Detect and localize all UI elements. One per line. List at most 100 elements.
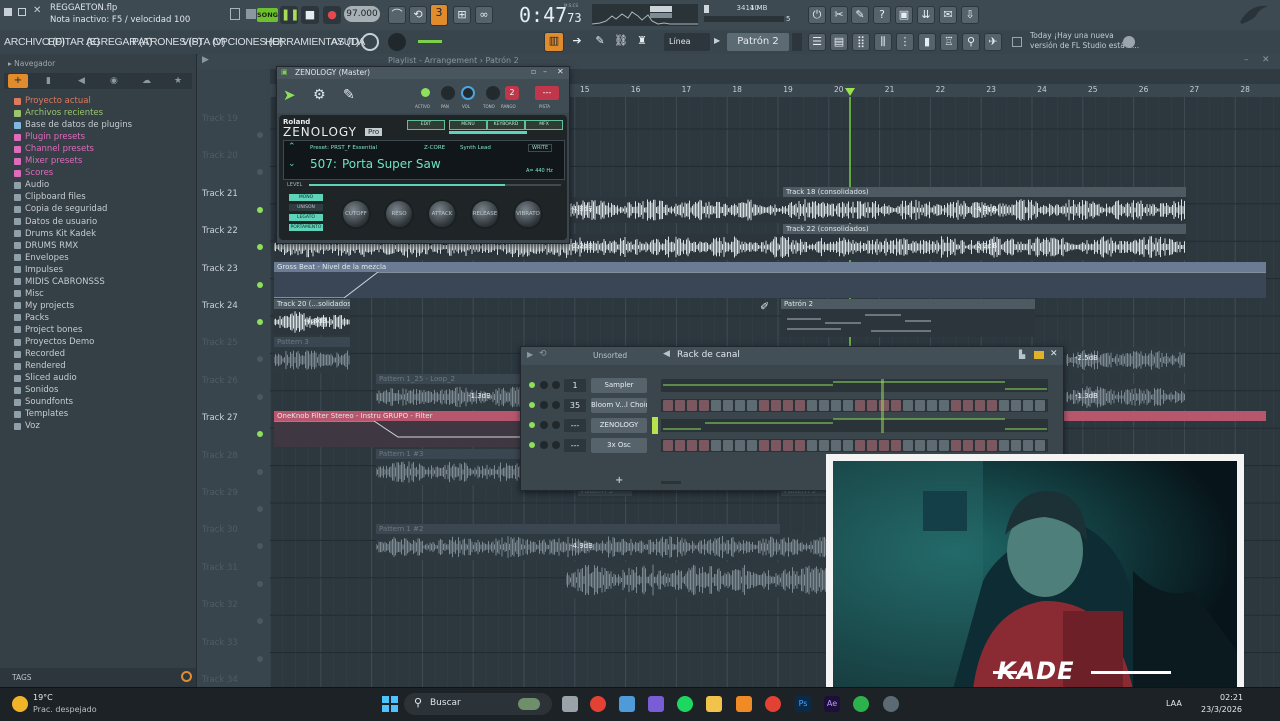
mode-legato[interactable]: LEGATO	[289, 214, 323, 221]
browser-item[interactable]: Proyecto actual	[14, 96, 91, 106]
preset-down-icon[interactable]: ⌄	[288, 159, 296, 169]
zenology-detach-icon[interactable]: ▫	[531, 67, 536, 76]
track-mute-led[interactable]	[257, 281, 263, 288]
channel-pan-knob[interactable]	[540, 421, 548, 429]
browser-item[interactable]: Drums Kit Kadek	[14, 229, 96, 239]
clip-track-21-header[interactable]: Track 18 (consolidados)	[783, 187, 1186, 197]
track-name[interactable]: Track 21	[202, 189, 238, 199]
fl-studio-icon[interactable]	[736, 696, 752, 712]
browser-item[interactable]: Audio	[14, 180, 49, 190]
browser-item[interactable]: Impulses	[14, 265, 63, 275]
channel-rack-icon[interactable]: ⣿	[852, 33, 870, 51]
track-name[interactable]: Track 32	[202, 600, 238, 610]
track-name[interactable]: Track 26	[202, 376, 238, 386]
browser-all-button[interactable]: +	[8, 74, 28, 88]
ruler-bar-number[interactable]: 24	[1037, 85, 1047, 94]
browser-item[interactable]: Soundfonts	[14, 397, 73, 407]
clip-track-23-curve[interactable]	[274, 271, 1266, 299]
browser-item[interactable]: Voz	[14, 421, 40, 431]
channel-volume-knob[interactable]	[552, 381, 560, 389]
ruler-bar-number[interactable]: 21	[885, 85, 895, 94]
plugin-volume-knob[interactable]	[461, 86, 475, 100]
channel-pan-knob[interactable]	[540, 401, 548, 409]
clip-track-24-pattern-header[interactable]: Patrón 2	[781, 299, 1035, 309]
clip-track-28-audio[interactable]	[375, 459, 524, 485]
browser-item[interactable]: Datos de usuario	[14, 217, 97, 227]
close-icon[interactable]: ✕	[33, 5, 41, 16]
chat-icon[interactable]: ✉	[939, 6, 957, 24]
browser-item[interactable]: Mixer presets	[14, 156, 82, 166]
news-settings-icon[interactable]	[1123, 36, 1135, 48]
ruler-bar-number[interactable]: 28	[1240, 85, 1250, 94]
plugin-pitch-knob[interactable]	[486, 86, 500, 100]
track-mute-led[interactable]	[257, 655, 263, 662]
plugin-wrench-icon[interactable]: ✎	[343, 87, 359, 103]
channel-name-button[interactable]: 3x Osc	[591, 438, 647, 453]
browser-item[interactable]: Rendered	[14, 361, 66, 371]
metronome-button[interactable]: ⌒	[388, 6, 406, 24]
render-icon[interactable]: ⇊	[917, 6, 935, 24]
track-mute-led[interactable]	[257, 132, 263, 138]
ruler-bar-number[interactable]: 22	[936, 85, 946, 94]
channel-volume-knob[interactable]	[552, 421, 560, 429]
windows-start-icon[interactable]	[382, 696, 398, 712]
clip-track-24-pattern[interactable]	[781, 309, 1035, 337]
track-mute-led[interactable]	[257, 468, 263, 475]
mode-mono[interactable]: MONO	[289, 194, 323, 201]
plugin-track-value[interactable]: ---	[535, 86, 559, 100]
plugin-active-led[interactable]	[421, 88, 430, 97]
track-name[interactable]: Track 31	[202, 563, 238, 573]
menu-help[interactable]: AYUDA	[331, 36, 365, 48]
clip-track-26-header[interactable]: Pattern 1_25 - Loop_2	[376, 374, 524, 384]
browser-item[interactable]: Packs	[14, 313, 49, 323]
help-icon[interactable]: ?	[873, 6, 891, 24]
teams-icon[interactable]	[648, 696, 664, 712]
loop-record-button[interactable]: ∞	[475, 6, 493, 24]
browser-item[interactable]: DRUMS RMX	[14, 241, 78, 251]
tab-edit[interactable]: EDIT	[407, 120, 445, 130]
chrome-icon[interactable]	[590, 696, 606, 712]
ruler-bar-number[interactable]: 25	[1088, 85, 1098, 94]
track-name[interactable]: Track 22	[202, 226, 238, 236]
track-name[interactable]: Track 23	[202, 264, 238, 274]
browser-cloud-icon[interactable]: ☁	[142, 76, 151, 86]
brush-icon[interactable]: ✎	[591, 33, 609, 51]
browser-item[interactable]: My projects	[14, 301, 74, 311]
touch-keyboard-icon[interactable]: ⚲	[962, 33, 980, 51]
master-pitch-knob[interactable]	[361, 33, 379, 51]
channel-mixer-track[interactable]: 1	[564, 379, 586, 392]
link-icon[interactable]: ⛓	[612, 33, 630, 51]
mixer-icon[interactable]: ✂	[830, 6, 848, 24]
rack-scrollbar[interactable]	[661, 481, 681, 484]
preset-up-icon[interactable]: ⌃	[288, 142, 296, 152]
ruler-bar-number[interactable]: 18	[732, 85, 742, 94]
channel-mixer-track[interactable]: 35	[564, 399, 586, 412]
clip-track-21-audio[interactable]	[567, 197, 1186, 223]
channel-mute-led[interactable]	[529, 382, 535, 388]
browser-item[interactable]: Sliced audio	[14, 373, 77, 383]
tempo-display[interactable]: 97.000	[344, 6, 380, 22]
channel-mute-led[interactable]	[529, 422, 535, 428]
tab-keyboard[interactable]: KEYBOARD	[487, 120, 525, 130]
playlist-icon[interactable]: ☰	[808, 33, 826, 51]
browser-files-icon[interactable]: ▮	[46, 76, 51, 86]
pattern-song-switch[interactable]	[246, 9, 256, 19]
rack-swing-icon[interactable]	[1034, 351, 1044, 359]
zenology-titlebar[interactable]: ▣ ZENOLOGY (Master) ▫ – ✕	[277, 67, 569, 79]
photoshop-icon[interactable]: Ps	[795, 696, 811, 712]
pattern-add-button[interactable]	[792, 33, 802, 51]
step-sequencer-grid[interactable]	[661, 379, 1048, 459]
track-name[interactable]: Track 24	[202, 301, 238, 311]
save-icon[interactable]: ▣	[895, 6, 913, 24]
spotify-icon[interactable]	[677, 696, 693, 712]
play-button[interactable]: ❚❚	[280, 6, 299, 24]
app-menu-icon[interactable]	[4, 8, 12, 16]
playhead-marker[interactable]	[845, 88, 855, 96]
track-name[interactable]: Track 27	[202, 413, 238, 423]
playlist-menu-icon[interactable]: ▶	[202, 55, 209, 65]
ruler-bar-number[interactable]: 27	[1190, 85, 1200, 94]
countdown-button[interactable]: 3	[430, 4, 448, 26]
channel-pan-knob[interactable]	[540, 381, 548, 389]
browser-item[interactable]: Proyectos Demo	[14, 337, 94, 347]
plugin-picker-icon[interactable]: ♖	[940, 33, 958, 51]
